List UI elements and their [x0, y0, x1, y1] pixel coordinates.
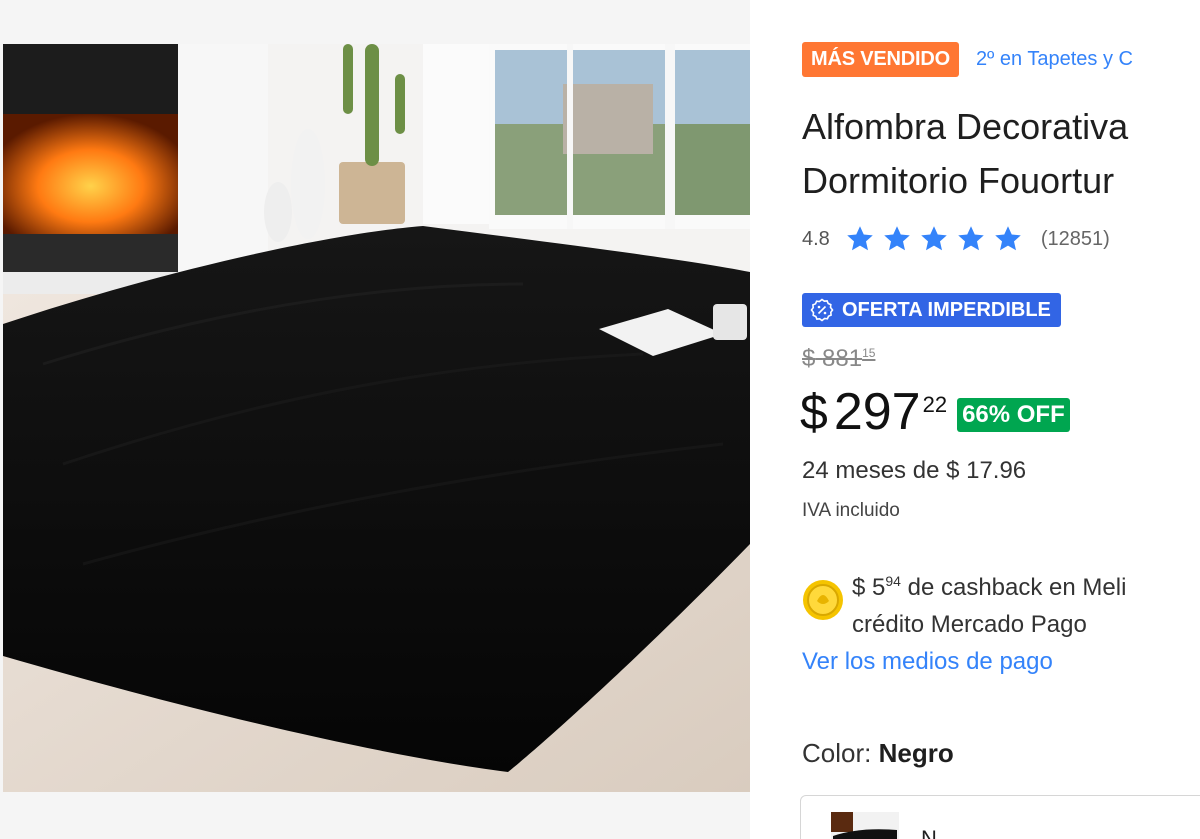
cashback-line-2: crédito Mercado Pago — [852, 611, 1087, 638]
cashback-cents: 94 — [885, 573, 901, 589]
star-icon — [881, 224, 915, 254]
badge-row: MÁS VENDIDO 2º en Tapetes y C — [802, 42, 1133, 77]
product-title: Alfombra Decorativa Dormitorio Fouortur — [802, 100, 1128, 208]
current-price: $ 297 22 66% OFF — [800, 380, 1070, 444]
installments-text: 24 meses de $ 17.96 — [802, 457, 1027, 484]
tax-note: IVA incluido — [802, 500, 900, 521]
product-info-panel: MÁS VENDIDO 2º en Tapetes y C Alfombra D… — [750, 0, 1200, 839]
cashback-text: $ 594 de cashback en Meli crédito Mercad… — [852, 563, 1126, 643]
rating-summary[interactable]: 4.8 (12851) — [802, 224, 1110, 254]
color-swatch-thumbnail — [831, 812, 899, 839]
rating-value: 4.8 — [802, 227, 830, 250]
bestseller-badge: MÁS VENDIDO — [802, 42, 959, 77]
star-icon — [992, 224, 1026, 254]
product-title-line-1: Alfombra Decorativa — [802, 106, 1129, 147]
original-price: $ 88115 — [802, 345, 875, 373]
payment-methods-link[interactable]: Ver los medios de pago — [802, 648, 1053, 676]
discount-badge-icon — [810, 298, 834, 322]
star-rating — [844, 224, 1029, 254]
discount-badge: 66% OFF — [957, 398, 1070, 432]
deal-badge: OFERTA IMPERDIBLE — [802, 293, 1061, 327]
original-price-amount: 881 — [822, 345, 863, 372]
cashback-amount: $ 5 — [852, 574, 886, 601]
price-symbol: $ — [800, 384, 828, 440]
product-gallery — [0, 0, 750, 839]
product-title-line-2: Dormitorio Fouortur — [802, 160, 1115, 201]
coin-icon — [803, 580, 843, 620]
original-price-symbol: $ — [802, 345, 816, 372]
star-icon — [918, 224, 952, 254]
category-rank-link[interactable]: 2º en Tapetes y C — [976, 48, 1133, 71]
rug-photo — [3, 44, 750, 792]
star-icon — [955, 224, 989, 254]
original-price-cents: 15 — [862, 346, 876, 360]
price-amount: 297 — [833, 383, 921, 441]
product-image[interactable] — [3, 44, 750, 792]
color-label: Color: — [802, 738, 872, 768]
star-icon — [844, 224, 878, 254]
color-option-label: N — [921, 826, 937, 839]
review-count[interactable]: (12851) — [1041, 228, 1110, 251]
price-cents: 22 — [922, 392, 948, 417]
color-selector-label: Color: Negro — [802, 738, 954, 769]
color-value: Negro — [878, 738, 954, 768]
color-option-negro[interactable]: N — [800, 795, 1200, 839]
deal-label: OFERTA IMPERDIBLE — [842, 298, 1051, 321]
cashback-line-1: de cashback en Meli — [900, 574, 1127, 601]
cashback-info: $ 594 de cashback en Meli crédito Mercad… — [802, 563, 1126, 643]
